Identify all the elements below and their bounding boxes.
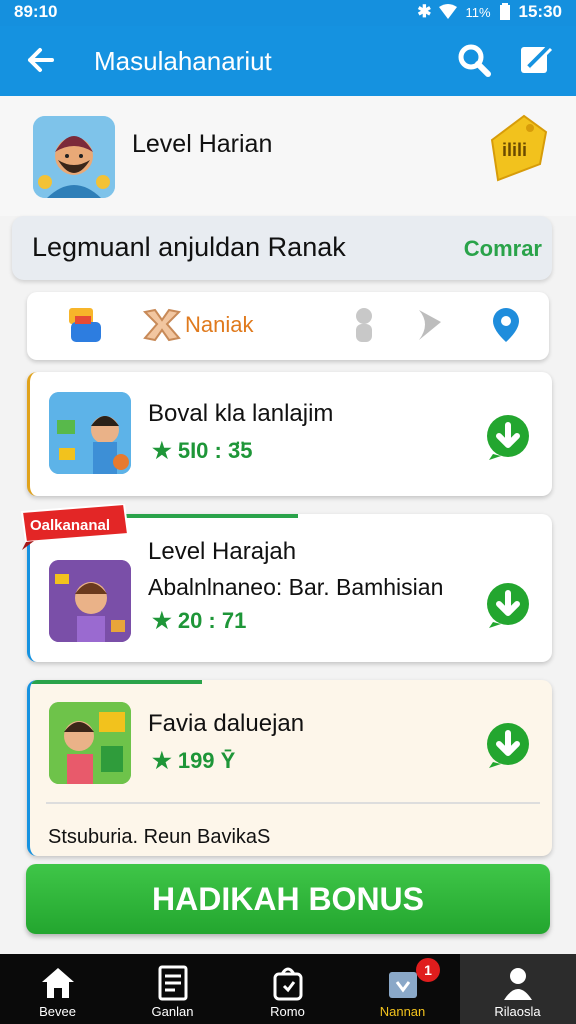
tag-text: ilili bbox=[502, 140, 527, 160]
bag-icon bbox=[273, 967, 303, 1001]
card-title: Level Harajah bbox=[148, 538, 297, 565]
download-icon[interactable] bbox=[485, 722, 531, 768]
page-title: Masulahanariut bbox=[94, 46, 272, 76]
coin-tag-icon[interactable]: ilili bbox=[484, 112, 550, 184]
level-card[interactable]: Favia daluejan ★ 199 Ȳ Stsuburia. Reun B… bbox=[27, 680, 552, 856]
status-bar: 89:10 ✱ 11% 15:30 bbox=[0, 0, 576, 26]
document-icon bbox=[158, 965, 188, 1001]
category-bar: Naniak bbox=[27, 292, 549, 360]
card-rating: ★ 20 : 71 bbox=[152, 608, 247, 633]
nav-label: Romo bbox=[270, 1004, 305, 1019]
download-icon[interactable] bbox=[485, 582, 531, 628]
nav-label: Bevee bbox=[39, 1004, 76, 1019]
game-controller-icon[interactable] bbox=[61, 302, 107, 348]
category-label[interactable]: Naniak bbox=[185, 312, 253, 338]
nav-item-bag[interactable]: Romo bbox=[230, 954, 345, 1024]
bonus-button[interactable]: HADIKAH BONUS bbox=[26, 864, 550, 934]
location-pin-icon[interactable] bbox=[483, 302, 529, 348]
nav-label: Rilaosla bbox=[494, 1004, 541, 1019]
nav-item-profile[interactable]: Rilaosla bbox=[460, 954, 576, 1024]
nav-label: Ganlan bbox=[151, 1004, 194, 1019]
notification-badge: 1 bbox=[416, 958, 440, 982]
status-time-left: 89:10 bbox=[14, 2, 58, 21]
download-icon[interactable] bbox=[485, 414, 531, 460]
spinner-icon[interactable] bbox=[409, 302, 455, 348]
status-time-right: 15:30 bbox=[518, 2, 562, 21]
wifi-icon bbox=[439, 4, 458, 19]
gift-icon[interactable] bbox=[139, 302, 185, 348]
card-rating: ★ 199 Ȳ bbox=[152, 748, 236, 773]
nav-label: Nannan bbox=[379, 1004, 426, 1019]
battery-icon bbox=[499, 3, 510, 20]
promo-link[interactable]: Comrar bbox=[464, 236, 542, 262]
edit-icon[interactable] bbox=[517, 41, 555, 79]
card-thumbnail bbox=[49, 702, 131, 784]
promo-banner[interactable]: Legmuanl anjuldan Ranak Comrar bbox=[12, 216, 552, 280]
search-icon[interactable] bbox=[455, 41, 493, 79]
level-title: Level Harian bbox=[132, 130, 273, 158]
back-arrow-icon[interactable] bbox=[22, 40, 62, 80]
card-title: Boval kla lanlajim bbox=[148, 400, 334, 427]
divider bbox=[46, 802, 540, 804]
ribbon-text: Oalkananal bbox=[30, 517, 110, 534]
battery-percent: 11% bbox=[465, 4, 491, 20]
app-bar: Masulahanariut bbox=[0, 26, 576, 96]
character-icon[interactable] bbox=[341, 302, 387, 348]
card-title: Favia daluejan bbox=[148, 710, 305, 737]
bluetooth-icon: ✱ bbox=[417, 2, 432, 21]
card-thumbnail bbox=[49, 392, 131, 474]
progress-bar bbox=[30, 680, 202, 684]
card-subtitle: Abalnlnaneo: Bar. Bamhisian bbox=[148, 574, 444, 600]
card-thumbnail bbox=[49, 560, 131, 642]
level-card[interactable]: Boval kla lanlajim ★ 5I0 : 3̈5 bbox=[27, 372, 552, 496]
nav-item-shop[interactable]: Nannan bbox=[345, 954, 460, 1024]
home-icon bbox=[42, 968, 74, 998]
bottom-nav: Bevee Ganlan Romo Nannan Rilaosla bbox=[0, 954, 576, 1024]
nav-item-document[interactable]: Ganlan bbox=[115, 954, 230, 1024]
nav-item-home[interactable]: Bevee bbox=[0, 954, 115, 1024]
card-rating: ★ 5I0 : 3̈5 bbox=[152, 438, 253, 463]
profile-icon bbox=[504, 968, 532, 1000]
ribbon-badge: Oalkananal bbox=[20, 504, 130, 550]
avatar[interactable] bbox=[33, 116, 115, 198]
card-footer: Stsuburia. Reun BavikaS bbox=[48, 826, 271, 848]
promo-label: Legmuanl anjuldan Ranak bbox=[32, 232, 346, 262]
